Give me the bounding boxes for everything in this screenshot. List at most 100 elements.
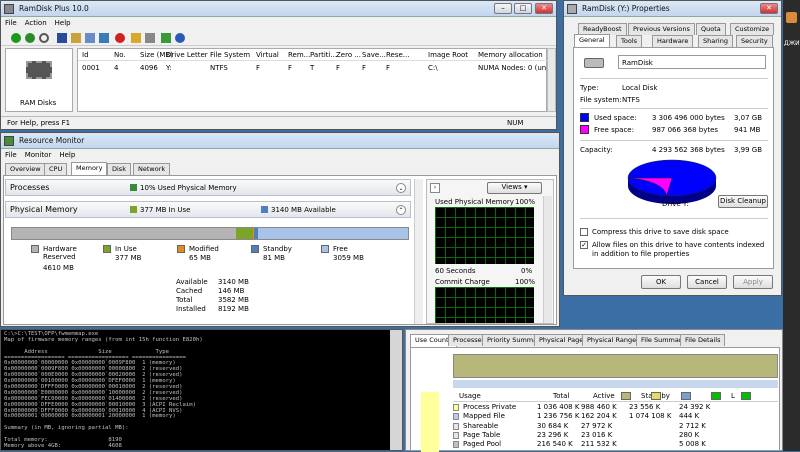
close-button[interactable]: ✕: [535, 3, 553, 14]
console-line: Memory above 4GB: 4608: [4, 442, 122, 449]
tab-customize[interactable]: Customize: [730, 23, 775, 35]
edit-icon[interactable]: [145, 33, 155, 43]
tab-general[interactable]: General: [574, 34, 610, 47]
help-icon[interactable]: [175, 33, 185, 43]
menu-action[interactable]: Action: [21, 18, 51, 28]
tab-overview[interactable]: Overview: [5, 163, 46, 175]
column-header[interactable]: Rem...: [288, 51, 310, 59]
menu-help[interactable]: Help: [51, 18, 75, 28]
processes-header[interactable]: Processes 10% Used Physical Memory ⌄: [5, 179, 411, 196]
scrollbar-vertical[interactable]: [414, 179, 423, 324]
column-header[interactable]: Drive Letter: [166, 51, 208, 59]
table-cell: F: [362, 64, 367, 72]
menu-help[interactable]: Help: [55, 150, 79, 160]
network-icon[interactable]: [161, 33, 171, 43]
rammap-window: Use Counts Processes Priority Summary Physi…: [405, 329, 783, 452]
menu-file[interactable]: File: [1, 18, 21, 28]
chevron-up-icon[interactable]: ⌃: [396, 205, 406, 215]
scrollbar-vertical[interactable]: [547, 48, 556, 112]
refresh-icon[interactable]: [25, 33, 35, 43]
open-icon[interactable]: [71, 33, 81, 43]
column-header[interactable]: Active: [593, 392, 615, 400]
menu-monitor[interactable]: Monitor: [21, 150, 56, 160]
used-size: 3,07 GB: [734, 114, 763, 122]
summary-installed-key: Installed: [176, 305, 206, 313]
rammap-row[interactable]: Process Private 1 036 408 K 988 460 K 23 55…: [453, 403, 778, 412]
column-header[interactable]: L: [731, 392, 735, 400]
window-title: RamDisk Plus 10.0: [19, 4, 89, 13]
ramdisk-titlebar[interactable]: RamDisk Plus 10.0 – □ ✕: [1, 1, 556, 17]
column-header[interactable]: Save...: [362, 51, 386, 59]
properties-titlebar[interactable]: RamDisk (Y:) Properties ✕: [564, 1, 781, 17]
disk-cleanup-button[interactable]: Disk Cleanup: [718, 195, 768, 208]
rammap-row[interactable]: Mapped File 1 236 756 K 162 204 K 1 074 108…: [453, 412, 778, 421]
key-icon[interactable]: [131, 33, 141, 43]
tab-rammap[interactable]: File Details: [680, 334, 726, 346]
collapse-panel-icon[interactable]: ›: [430, 183, 440, 193]
column-header[interactable]: Partiti...: [310, 51, 337, 59]
tab-network[interactable]: Network: [133, 163, 171, 175]
rammap-row[interactable]: Paged Pool 216 540 K 211 532 K 5 008 K: [453, 440, 778, 449]
column-header[interactable]: Zero ...: [336, 51, 361, 59]
row-swatch: [453, 404, 459, 411]
console-output[interactable]: C:\>C:\TEST\OFP\fwmemmap.exe Map of firmw…: [4, 331, 388, 450]
scrollbar-vertical[interactable]: [543, 196, 552, 323]
compress-label: Compress this drive to save disk space: [592, 228, 729, 236]
column-header[interactable]: File System: [210, 51, 250, 59]
column-header[interactable]: Memory allocation: [478, 51, 543, 59]
extra-cell: 444 K: [679, 412, 700, 421]
physical-memory-header[interactable]: Physical Memory 377 MB In Use 3140 MB Av…: [5, 201, 411, 218]
apply-button[interactable]: Apply: [733, 275, 773, 289]
drive-name-field[interactable]: RamDisk: [618, 55, 766, 69]
tool-icon[interactable]: [786, 12, 797, 23]
summary-available-val: 3140 MB: [218, 278, 249, 286]
chevron-down-icon[interactable]: ⌄: [396, 183, 406, 193]
column-header[interactable]: Image Root: [428, 51, 468, 59]
graph1-left-label: 60 Seconds: [435, 267, 476, 275]
ram-chip-icon[interactable]: [26, 61, 52, 79]
menu-file[interactable]: File: [1, 150, 21, 160]
tab-quota[interactable]: Quota: [696, 23, 726, 35]
index-checkbox[interactable]: ✓: [580, 241, 588, 249]
taskbar-right: ДЖИ: [783, 0, 800, 451]
tab-tools[interactable]: Tools: [616, 35, 643, 47]
save-icon[interactable]: [57, 33, 67, 43]
rammap-row[interactable]: Shareable 30 684 K 27 972 K 2 712 K: [453, 422, 778, 431]
maximize-button[interactable]: □: [514, 3, 532, 14]
rammap-row[interactable]: Page Table 23 296 K 23 016 K 280 K: [453, 431, 778, 440]
column-header[interactable]: Rese...: [386, 51, 410, 59]
column-header[interactable]: Usage: [459, 392, 481, 400]
column-header[interactable]: Total: [553, 392, 569, 400]
column-header[interactable]: Virtual: [256, 51, 279, 59]
views-button[interactable]: Views ▾: [487, 182, 542, 194]
column-header[interactable]: No.: [114, 51, 126, 59]
standby-cell: 1 074 108 K: [629, 412, 672, 421]
console-scrollbar[interactable]: [390, 330, 402, 450]
general-panel: RamDisk Type: Local Disk File system: NT…: [573, 47, 774, 269]
cancel-button[interactable]: Cancel: [687, 275, 727, 289]
tab-cpu[interactable]: CPU: [44, 163, 68, 175]
legend-swatch: [177, 245, 185, 253]
close-button[interactable]: ✕: [760, 3, 778, 14]
minimize-button[interactable]: –: [494, 3, 512, 14]
graph1-max: 100%: [515, 198, 536, 206]
table-row[interactable]: 0001 4 4096 Y: NTFS F F T F F F C:\ NUMA Nodes: 0 (u…: [78, 63, 549, 74]
copy-icon[interactable]: [85, 33, 95, 43]
compress-checkbox[interactable]: [580, 228, 588, 236]
add-icon[interactable]: [11, 33, 21, 43]
fs-label: File system:: [580, 96, 622, 104]
tab-memory[interactable]: Memory: [71, 162, 108, 175]
resmon-titlebar[interactable]: Resource Monitor: [1, 133, 559, 149]
tab-security[interactable]: Security: [736, 35, 773, 47]
delete-icon[interactable]: [115, 33, 125, 43]
tab-hardware[interactable]: Hardware: [652, 35, 694, 47]
properties-icon[interactable]: [99, 33, 109, 43]
tab-sharing[interactable]: Sharing: [698, 35, 733, 47]
standby-cell: 23 556 K: [629, 403, 661, 411]
tab-disk[interactable]: Disk: [107, 163, 131, 175]
column-header[interactable]: Id: [82, 51, 89, 59]
tab-previous-versions[interactable]: Previous Versions: [628, 23, 695, 35]
total-cell: 23 296 K: [537, 430, 569, 439]
search-icon[interactable]: [39, 33, 49, 43]
ok-button[interactable]: OK: [641, 275, 681, 289]
